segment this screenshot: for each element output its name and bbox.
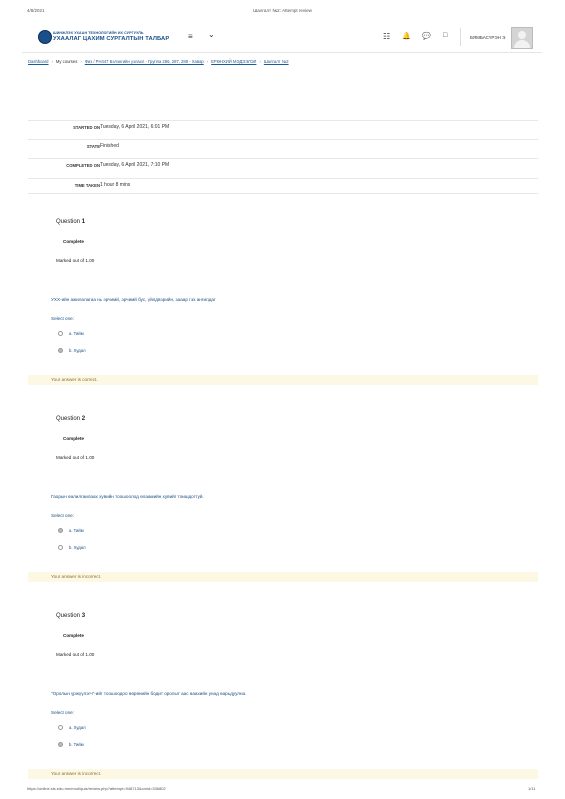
question-3-select-label: Select one:	[51, 710, 74, 715]
question-2-text: Гаорын өалилгаилаах хувийн тоошоолод өла…	[51, 494, 204, 499]
breadcrumb-separator: ›	[206, 59, 209, 64]
avatar-head-icon	[518, 31, 526, 39]
breadcrumb: Dashboard › My courses › Физ / PH447 Бэлэнги…	[28, 59, 289, 64]
summary-value: Tuesday, 6 April 2021, 6:01 PM	[100, 124, 170, 130]
question-number: 2	[81, 416, 86, 422]
breadcrumb-my-courses[interactable]: My courses	[56, 59, 77, 64]
chat-icon[interactable]: 💬	[422, 32, 431, 40]
radio-selected-icon[interactable]	[58, 528, 63, 534]
summary-label: TIME TAKEN	[74, 183, 100, 188]
question-3-outcome	[28, 769, 538, 779]
question-3-title: Question 3	[56, 613, 85, 619]
question-3-option-b[interactable]: b. Тийм	[58, 742, 84, 748]
header-divider	[460, 28, 461, 46]
avatar[interactable]	[511, 27, 533, 49]
question-1-text: УХХ-ийн ажилалагаа нь эрчимй, эрчимй бус…	[51, 297, 216, 302]
summary-label: STARTED ON	[73, 125, 100, 130]
list-icon[interactable]: ☷	[383, 32, 390, 41]
question-3-option-a[interactable]: a. Худал	[58, 725, 86, 731]
logo-university-name[interactable]: ШИНЖЛЭХ УХААН ТЕХНОЛОГИЙН ИХ СУРГУУЛЬ	[53, 31, 144, 35]
question-title-prefix: Question	[56, 219, 82, 225]
question-3-text: "Оролын үржүүлэгч"-ийг тоошоодоо өөрөний…	[51, 691, 247, 696]
breadcrumb-course[interactable]: Физ / PH447 Бэлэнгийн узлахл - Группа 28…	[85, 59, 204, 64]
summary-value: Tuesday, 6 April 2021, 7:10 PM	[100, 162, 170, 168]
question-1-mark: Marked out of 1.00	[56, 258, 95, 263]
question-3-feedback: Your answer is incorrect.	[51, 771, 102, 776]
summary-label: STATE	[86, 144, 100, 149]
question-1-option-b[interactable]: b. Худал	[58, 348, 86, 354]
breadcrumb-dashboard[interactable]: Dashboard	[28, 59, 49, 64]
question-title-prefix: Question	[56, 613, 82, 619]
question-1-feedback: Your answer is correct.	[51, 377, 98, 382]
question-1-select-label: Select one:	[51, 316, 74, 321]
radio-selected-icon[interactable]	[58, 742, 63, 748]
question-2-option-b[interactable]: b. Худал	[58, 545, 86, 551]
question-3-state: Complete	[63, 633, 84, 638]
breadcrumb-separator: ›	[259, 59, 261, 64]
logo-emblem-icon[interactable]	[38, 30, 52, 44]
question-number: 3	[81, 613, 86, 619]
radio-selected-icon[interactable]	[58, 348, 63, 354]
breadcrumb-section[interactable]: ЕРӨНХИЙ МЭДЭЭЛЭЛ	[211, 59, 256, 64]
header-divider-line	[22, 52, 542, 53]
question-1-option-a[interactable]: a. Тийм	[58, 331, 84, 337]
square-icon[interactable]: □	[443, 32, 447, 39]
radio-icon[interactable]	[58, 545, 63, 551]
summary-value: Finished	[100, 143, 119, 149]
question-title-prefix: Question	[56, 416, 82, 422]
question-3-mark: Marked out of 1.00	[56, 652, 95, 657]
question-2-outcome	[28, 572, 538, 582]
summary-row-time: TIME TAKEN 1 hour 8 mins	[28, 178, 538, 194]
bell-icon[interactable]: 🔔	[402, 32, 411, 40]
logo-site-name[interactable]: УХААЛАГ ЦАХИМ СУРГАЛТЫН ТАЛБАР	[53, 36, 169, 42]
avatar-body-icon	[514, 40, 530, 48]
breadcrumb-quiz[interactable]: Шалгалт №2	[264, 59, 289, 64]
print-url: https://online.sis.edu.mn/mod/quiz/revie…	[27, 786, 166, 791]
question-number: 1	[81, 219, 86, 225]
question-2-mark: Marked out of 1.00	[56, 455, 95, 460]
question-2-state: Complete	[63, 436, 84, 441]
radio-icon[interactable]	[58, 331, 63, 337]
question-1-state: Complete	[63, 239, 84, 244]
summary-value: 1 hour 8 mins	[100, 182, 131, 188]
breadcrumb-separator: ›	[80, 59, 82, 64]
chevron-down-icon[interactable]: ⌄	[208, 30, 215, 39]
summary-row-completed: COMPLETED ON Tuesday, 6 April 2021, 7:10…	[28, 158, 538, 173]
question-1-title: Question 1	[56, 219, 85, 225]
radio-icon[interactable]	[58, 725, 63, 731]
print-page-number: 1/11	[528, 786, 536, 791]
question-1-outcome	[28, 375, 538, 385]
print-title: Шалгалт №2: Attempt review	[253, 8, 312, 13]
question-2-option-a[interactable]: a. Тийм	[58, 528, 84, 534]
breadcrumb-separator: ›	[51, 59, 53, 64]
summary-label: COMPLETED ON	[66, 163, 100, 168]
menu-icon[interactable]: ≡	[188, 32, 193, 41]
question-2-select-label: Select one:	[51, 513, 74, 518]
summary-row-state: STATE Finished	[28, 139, 538, 154]
question-2-title: Question 2	[56, 416, 85, 422]
summary-row-started: STARTED ON Tuesday, 6 April 2021, 6:01 P…	[28, 120, 538, 135]
user-name[interactable]: БЯМБАСҮРЭН Э	[470, 35, 505, 40]
question-2-feedback: Your answer is incorrect.	[51, 574, 102, 579]
